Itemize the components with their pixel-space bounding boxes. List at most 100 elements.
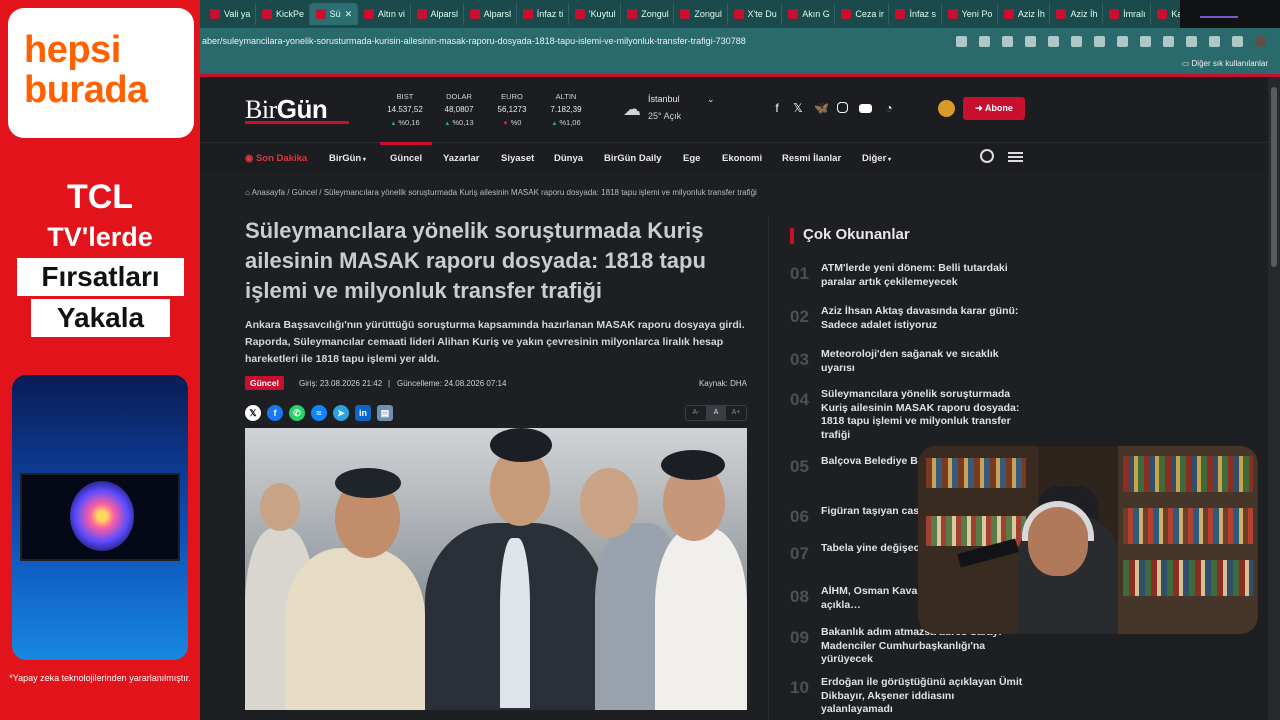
whatsapp-share-icon[interactable]: ✆ xyxy=(289,405,305,421)
extension-icon[interactable] xyxy=(1002,35,1013,47)
subscribe-button[interactable]: ➜ Abone xyxy=(963,97,1025,120)
tab-favicon-icon xyxy=(733,9,744,19)
split-screen-icon[interactable] xyxy=(1140,35,1151,47)
nav-item[interactable]: BirGün Daily xyxy=(604,153,662,164)
browser-tab[interactable]: İnfaz ti xyxy=(517,3,569,25)
extension-icon[interactable] xyxy=(1025,35,1036,47)
nav-item[interactable]: ◉ Son Dakika xyxy=(245,153,307,164)
browser-tab[interactable]: Ceza ir xyxy=(835,3,890,25)
market-item[interactable]: EURO 56,1273 ▼ %0 xyxy=(482,90,542,131)
browser-tab[interactable]: Aziz İh xyxy=(998,3,1051,25)
folder-icon: ▭ xyxy=(1181,59,1192,68)
reader-mode-icon[interactable] xyxy=(956,35,967,47)
market-item[interactable]: BIST 14.537,52 ▲ %0,16 xyxy=(375,90,435,131)
market-item[interactable]: ALTIN 7.182,39 ▲ %1,06 xyxy=(536,90,596,131)
extension-icon[interactable] xyxy=(1048,35,1059,47)
nav-item[interactable]: Siyaset xyxy=(501,153,534,164)
page-scrollbar[interactable] xyxy=(1268,77,1280,720)
menu-icon[interactable] xyxy=(1008,152,1023,162)
nav-item[interactable]: Dünya xyxy=(554,153,583,164)
font-increase-button[interactable]: A+ xyxy=(726,406,746,420)
nav-item[interactable]: Ekonomi xyxy=(722,153,762,164)
rss-icon[interactable]: ◔ xyxy=(883,102,895,114)
trend-arrow-icon: ▲ xyxy=(444,121,451,127)
youtube-icon[interactable] xyxy=(859,104,872,113)
tab-title: Ceza ir xyxy=(855,9,884,19)
x-share-icon[interactable]: 𝕏 xyxy=(245,405,261,421)
browser-tab[interactable]: Akın G xyxy=(782,3,836,25)
linkedin-share-icon[interactable]: in xyxy=(355,405,371,421)
nav-item[interactable]: Yazarlar xyxy=(443,153,479,164)
breadcrumb-section[interactable]: Güncel xyxy=(292,188,317,197)
most-read-title[interactable]: Süleymancılara yönelik soruşturmada Kuri… xyxy=(821,388,1027,442)
most-read-title[interactable]: ATM'lerde yeni dönem: Belli tutardaki pa… xyxy=(821,262,1027,289)
market-item[interactable]: DOLAR 48,0807 ▲ %0,13 xyxy=(429,90,489,131)
favorites-icon[interactable] xyxy=(1163,35,1174,47)
scrollbar-thumb[interactable] xyxy=(1271,87,1277,267)
ad-line-2: TV'lerde xyxy=(47,222,153,252)
nav-label: Ekonomi xyxy=(722,153,763,164)
browser-tab[interactable]: Alparsl xyxy=(411,3,464,25)
font-default-button[interactable]: A xyxy=(706,406,726,420)
telegram-share-icon[interactable]: ➤ xyxy=(333,405,349,421)
browser-tab[interactable]: Altın vi xyxy=(358,3,411,25)
search-icon[interactable] xyxy=(980,149,994,163)
profile-avatar[interactable] xyxy=(1255,35,1266,47)
main-navigation: ◉ Son Dakika BirGün ▾ Güncel Yazarlar Siyase… xyxy=(200,142,1268,174)
chevron-down-icon[interactable]: ⌄ xyxy=(707,94,715,105)
nav-item[interactable]: Resmi İlanlar xyxy=(782,153,841,164)
breadcrumb-home[interactable]: Anasayfa xyxy=(252,188,285,197)
url-text[interactable]: aber/suleymancilara-yonelik-sorusturmada… xyxy=(200,36,950,46)
instagram-icon[interactable] xyxy=(837,102,848,113)
collections-icon[interactable] xyxy=(1186,35,1197,47)
nav-item[interactable]: BirGün ▾ xyxy=(329,153,366,164)
browser-tab[interactable]: KickPe xyxy=(256,3,310,25)
tab-title: Zongul xyxy=(694,9,722,19)
active-nav-indicator xyxy=(380,142,432,145)
facebook-icon[interactable]: f xyxy=(771,102,783,114)
trend-arrow-icon: ▼ xyxy=(502,121,509,127)
category-badge[interactable]: Güncel xyxy=(245,376,284,390)
nav-item[interactable]: Güncel xyxy=(390,153,422,164)
browser-tab[interactable]: İnfaz s xyxy=(889,3,942,25)
rank-number: 09 xyxy=(790,628,809,647)
news-share-icon[interactable]: ▤ xyxy=(377,405,393,421)
bluesky-icon[interactable]: 🦋 xyxy=(814,102,829,114)
browser-tab[interactable]: Aziz İh xyxy=(1050,3,1104,25)
most-read-title[interactable]: Meteoroloji'den sağanak ve sıcaklık uyar… xyxy=(821,348,1027,375)
screenshot-icon[interactable] xyxy=(1232,35,1243,47)
dark-mode-toggle-icon[interactable] xyxy=(938,100,955,117)
browser-tab[interactable]: X'te Du xyxy=(728,3,783,25)
browser-tab[interactable]: 'Kuytul xyxy=(569,3,622,25)
most-read-title[interactable]: Aziz İhsan Aktaş davasında karar günü: S… xyxy=(821,305,1027,332)
address-bar[interactable]: aber/suleymancilara-yonelik-sorusturmada… xyxy=(200,28,1280,54)
close-tab-icon[interactable]: ✕ xyxy=(345,9,353,20)
market-value: 14.537,52 xyxy=(387,105,423,114)
bluesky-share-icon[interactable]: ≈ xyxy=(311,405,327,421)
font-decrease-button[interactable]: A- xyxy=(686,406,706,420)
article-photo[interactable] xyxy=(245,428,747,710)
extension-icon[interactable] xyxy=(1117,35,1128,47)
nav-item[interactable]: Ege xyxy=(683,153,700,164)
extension-icon[interactable] xyxy=(1071,35,1082,47)
person xyxy=(335,468,401,498)
heart-icon[interactable] xyxy=(1209,35,1220,47)
browser-tab[interactable]: Zongul xyxy=(674,3,728,25)
browser-tab[interactable]: Alparsl xyxy=(464,3,517,25)
most-read-title[interactable]: Erdoğan ile görüştüğünü açıklayan Ümit D… xyxy=(821,676,1027,717)
browser-tab[interactable]: Zongul xyxy=(621,3,675,25)
extension-icon[interactable] xyxy=(1094,35,1105,47)
browser-tab[interactable]: İmralı xyxy=(1103,3,1152,25)
bookmarks-folder[interactable]: Diğer sık kullanılanlar xyxy=(1192,59,1268,68)
browser-tab[interactable]: Vali ya xyxy=(204,3,256,25)
nav-item[interactable]: Diğer ▾ xyxy=(862,153,891,164)
home-icon[interactable]: ⌂ xyxy=(245,188,252,197)
left-advertisement[interactable]: hepsi burada TCL TV'lerde Fırsatları Yak… xyxy=(0,0,200,720)
x-twitter-icon[interactable]: 𝕏 xyxy=(792,102,804,114)
facebook-share-icon[interactable]: f xyxy=(267,405,283,421)
tab-title: İnfaz s xyxy=(909,9,936,19)
breadcrumb: ⌂ Anasayfa / Güncel / Süleymancılara yön… xyxy=(245,188,757,197)
browser-tab[interactable]: Sü ✕ xyxy=(309,3,358,25)
browser-tab[interactable]: Yeni Po xyxy=(942,3,998,25)
favorite-star-icon[interactable] xyxy=(979,35,990,47)
